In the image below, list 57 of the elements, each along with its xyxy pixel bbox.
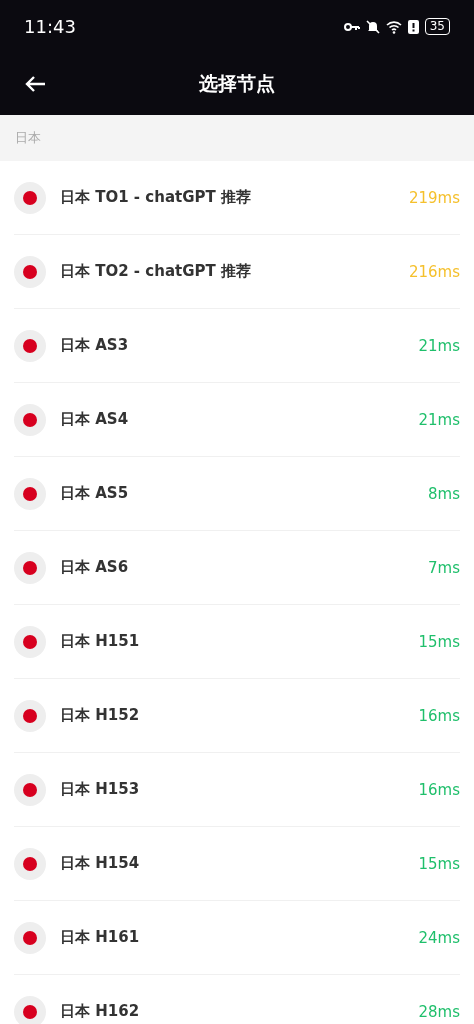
- node-item[interactable]: 日本 H161 24ms: [14, 901, 460, 975]
- flag-icon: [14, 773, 46, 806]
- node-item[interactable]: 日本 H152 16ms: [14, 679, 460, 753]
- latency-value: 24ms: [418, 928, 460, 947]
- latency-value: 7ms: [428, 558, 460, 577]
- flag-icon: [14, 329, 46, 362]
- flag-icon: [14, 995, 46, 1024]
- flag-icon: [14, 847, 46, 880]
- flag-icon: [14, 181, 46, 214]
- flag-icon: [14, 255, 46, 288]
- node-item[interactable]: 日本 H154 15ms: [14, 827, 460, 901]
- node-item[interactable]: 日本 TO2 - chatGPT 推荐 216ms: [14, 235, 460, 309]
- node-item[interactable]: 日本 TO1 - chatGPT 推荐 219ms: [14, 161, 460, 235]
- node-name: 日本 TO2 - chatGPT 推荐: [60, 262, 252, 281]
- node-item[interactable]: 日本 H151 15ms: [14, 605, 460, 679]
- node-name: 日本 H152: [60, 706, 141, 725]
- node-name: 日本 AS4: [60, 410, 130, 429]
- node-item[interactable]: 日本 H162 28ms: [14, 975, 460, 1024]
- latency-value: 28ms: [418, 1002, 460, 1021]
- flag-icon: [14, 551, 46, 584]
- latency-value: 15ms: [418, 632, 460, 651]
- flag-icon: [14, 403, 46, 436]
- node-item[interactable]: 日本 AS3 21ms: [14, 309, 460, 383]
- node-name: 日本 H154: [60, 854, 141, 873]
- flag-icon: [14, 625, 46, 658]
- node-name: 日本 H153: [60, 780, 141, 799]
- battery-level: 35: [424, 18, 450, 35]
- section-header: 日本: [0, 115, 474, 161]
- node-name: 日本 H162: [60, 1002, 141, 1021]
- node-item[interactable]: 日本 AS6 7ms: [14, 531, 460, 605]
- back-arrow-icon[interactable]: [24, 75, 46, 93]
- key-icon: [343, 21, 360, 32]
- node-name: 日本 AS5: [60, 484, 130, 503]
- node-name: 日本 AS3: [60, 336, 130, 355]
- node-name: 日本 H161: [60, 928, 141, 947]
- latency-value: 16ms: [418, 780, 460, 799]
- status-time: 11:43: [24, 16, 76, 37]
- latency-value: 16ms: [418, 706, 460, 725]
- node-name: 日本 AS6: [60, 558, 130, 577]
- flag-icon: [14, 921, 46, 954]
- node-item[interactable]: 日本 H153 16ms: [14, 753, 460, 827]
- node-item[interactable]: 日本 AS5 8ms: [14, 457, 460, 531]
- wifi-icon: [385, 19, 402, 34]
- latency-value: 216ms: [408, 262, 460, 281]
- muted-bell-icon: [365, 19, 380, 34]
- latency-value: 21ms: [418, 410, 460, 429]
- alert-icon: [407, 19, 419, 34]
- latency-value: 219ms: [408, 188, 460, 207]
- node-name: 日本 H151: [60, 632, 141, 651]
- page-title: 选择节点: [199, 71, 275, 96]
- latency-value: 15ms: [418, 854, 460, 873]
- latency-value: 8ms: [428, 484, 460, 503]
- latency-value: 21ms: [418, 336, 460, 355]
- flag-icon: [14, 477, 46, 510]
- node-item[interactable]: 日本 AS4 21ms: [14, 383, 460, 457]
- node-name: 日本 TO1 - chatGPT 推荐: [60, 188, 252, 207]
- flag-icon: [14, 699, 46, 732]
